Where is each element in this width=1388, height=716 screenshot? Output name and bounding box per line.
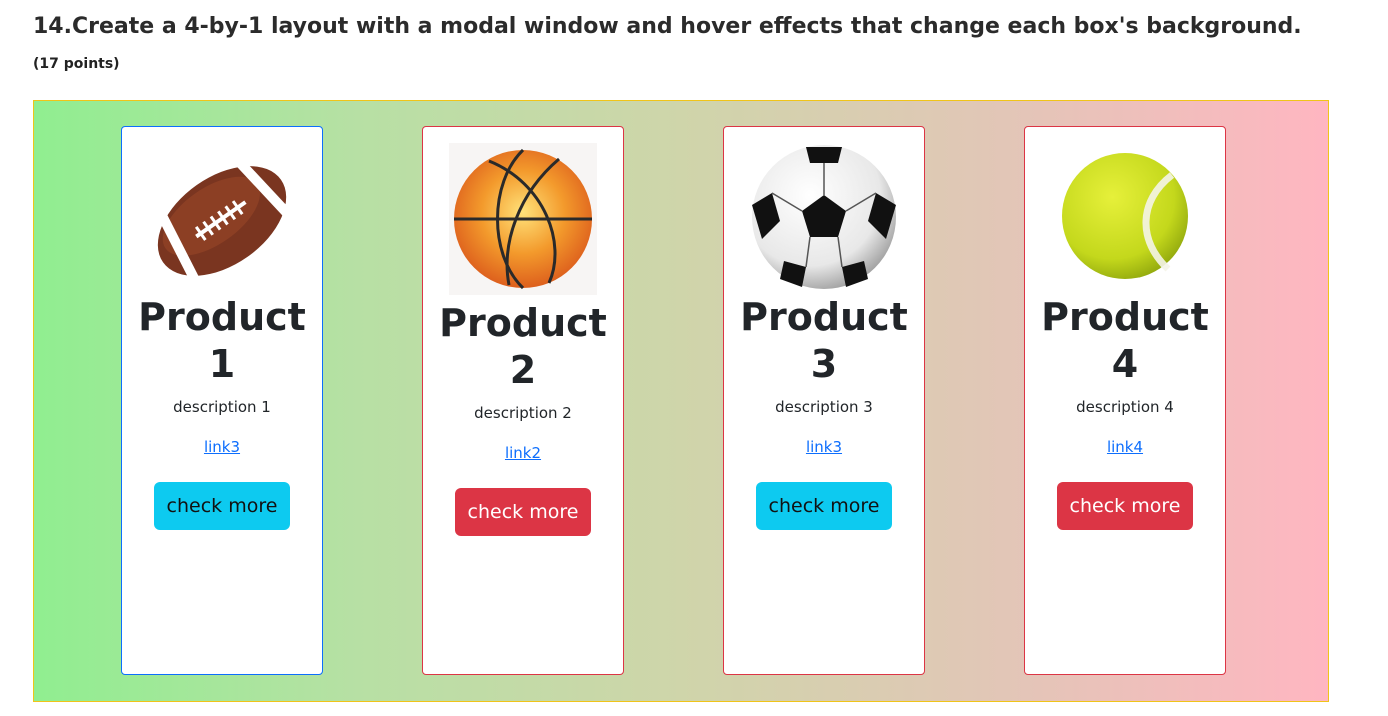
check-more-button[interactable]: check more [756, 482, 892, 530]
product-title: Product 1 [122, 294, 322, 388]
product-title: Product 3 [724, 294, 924, 388]
product-title-line-2: 1 [208, 342, 236, 386]
check-more-button[interactable]: check more [1057, 482, 1193, 530]
soccer-ball-icon [750, 143, 898, 291]
product-title-line-2: 4 [1111, 342, 1139, 386]
product-card-2[interactable]: Product 2 description 2 link2 check more [422, 126, 624, 675]
product-description: description 1 [173, 398, 271, 416]
product-title-line-1: Product [138, 295, 306, 339]
product-description: description 3 [775, 398, 873, 416]
basketball-icon [449, 143, 597, 295]
check-more-button[interactable]: check more [455, 488, 591, 536]
product-layout-container: Product 1 description 1 link3 check more [33, 100, 1329, 702]
product-title-line-1: Product [439, 301, 607, 345]
american-football-icon [148, 147, 296, 295]
product-title-line-1: Product [740, 295, 908, 339]
check-more-button[interactable]: check more [154, 482, 290, 530]
product-description: description 2 [474, 404, 572, 422]
tennis-ball-icon [1060, 151, 1190, 281]
question-title: 14.Create a 4-by-1 layout with a modal w… [33, 14, 1302, 39]
product-card-1[interactable]: Product 1 description 1 link3 check more [121, 126, 323, 675]
product-title-line-2: 3 [810, 342, 838, 386]
product-link[interactable]: link3 [122, 438, 322, 456]
product-title-line-2: 2 [509, 348, 537, 392]
product-link[interactable]: link4 [1025, 438, 1225, 456]
question-points: (17 points) [33, 56, 120, 72]
product-title: Product 4 [1025, 294, 1225, 388]
product-link[interactable]: link2 [423, 444, 623, 462]
product-description: description 4 [1076, 398, 1174, 416]
product-title-line-1: Product [1041, 295, 1209, 339]
product-card-3[interactable]: Product 3 description 3 link3 check more [723, 126, 925, 675]
product-link[interactable]: link3 [724, 438, 924, 456]
product-card-4[interactable]: Product 4 description 4 link4 check more [1024, 126, 1226, 675]
product-title: Product 2 [423, 300, 623, 394]
